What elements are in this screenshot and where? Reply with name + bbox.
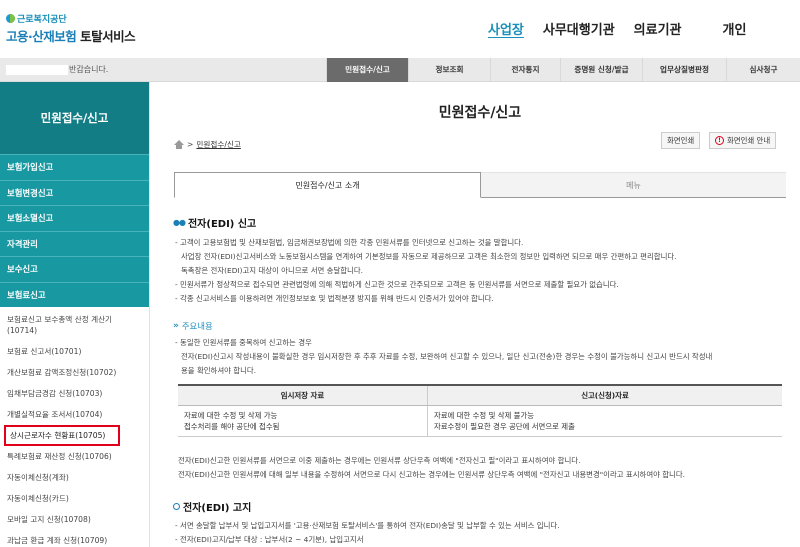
table-cell: 자료에 대한 수정 및 삭제 가능 bbox=[184, 410, 278, 420]
paragraph: - 전자(EDI)고지/납부 대상 : 납부서(2 ~ 4기분), 납입고지서 bbox=[175, 535, 364, 544]
paragraph: - 서면 송달할 납부서 및 납입고지서를 '고용·산재보험 토탈서비스'를 통… bbox=[175, 521, 560, 530]
sidebar-menu: 보험가입신고 보험변경신고 보험소멸신고 자격관리 보수신고 보험료신고 bbox=[0, 154, 149, 307]
sidebar-item-join[interactable]: 보험가입신고 bbox=[0, 154, 149, 180]
menu-bar: 반갑습니다. 민원접수/신고 정보조회 전자통지 증명원 신청/발급 업무상질병… bbox=[0, 58, 800, 82]
breadcrumb: > 민원접수/신고 bbox=[174, 139, 241, 150]
comparison-table: 임시저장 자료 신고(신청)자료 자료에 대한 수정 및 삭제 가능 접수처리를… bbox=[178, 384, 782, 437]
sidebar: 민원접수/신고 보험가입신고 보험변경신고 보험소멸신고 자격관리 보수신고 보… bbox=[0, 82, 150, 547]
logo-org: 근로복지공단 bbox=[17, 15, 67, 25]
paragraph: 사업장 전자(EDI)신고서비스와 노동보험시스템을 연계하여 기본정보를 자동… bbox=[181, 252, 677, 261]
sidebar-sub-item[interactable]: 자동이체신청(계좌) bbox=[0, 467, 149, 488]
sidebar-sub-item[interactable]: 보험료신고 보수총액 산정 계산기 (10714) bbox=[0, 309, 149, 341]
sidebar-item-qualification[interactable]: 자격관리 bbox=[0, 230, 149, 256]
top-nav-medical[interactable]: 의료기관 bbox=[634, 19, 682, 38]
notes: 전자(EDI)신고한 민원서류를 서면으로 이중 제출하는 경우에는 민원서류 … bbox=[178, 454, 782, 482]
top-nav-workplace[interactable]: 사업장 bbox=[488, 19, 524, 38]
section-edi-report: ●● 전자(EDI) 신고 - 고객이 고용보험법 및 산재보험법, 임금채권보… bbox=[173, 215, 785, 378]
tab-civil-report[interactable]: 민원접수/신고 bbox=[326, 58, 408, 82]
paragraph: - 고객이 고용보험법 및 산재보험법, 임금채권보장법에 의한 각종 민원서류… bbox=[175, 238, 524, 247]
paragraph: 독촉장은 전자(EDI)고지 대상이 아니므로 서면 송달합니다. bbox=[181, 266, 363, 275]
section-edi-notice: 전자(EDI) 고지 - 서면 송달할 납부서 및 납입고지서를 '고용·산재보… bbox=[173, 499, 785, 547]
site-header: 근로복지공단 고용·산재보험 토탈서비스 사업장 사무대행기관 의료기관 개인 bbox=[0, 0, 800, 58]
table-header: 임시저장 자료 bbox=[178, 384, 428, 406]
sidebar-sub-item[interactable]: 자동이체신청(카드) bbox=[0, 488, 149, 509]
sidebar-sub-item[interactable]: 개산보험료 감액조정신청(10702) bbox=[0, 362, 149, 383]
paragraph: 용을 확인하셔야 합니다. bbox=[181, 366, 257, 375]
top-nav: 사업장 사무대행기관 의료기관 개인 bbox=[488, 19, 765, 38]
table-cell: 접수처리를 해야 공단에 접수됨 bbox=[184, 421, 280, 431]
paragraph: - 민원서류가 정상적으로 접수되면 관련법령에 의해 적법하게 신고한 것으로… bbox=[175, 280, 619, 289]
tab-review-request[interactable]: 심사청구 bbox=[726, 58, 800, 82]
content-tab-intro[interactable]: 민원접수/신고 소개 bbox=[174, 172, 481, 198]
content-tabs: 민원접수/신고 소개 메뉴 bbox=[174, 172, 786, 198]
sidebar-sub-item[interactable]: 보험료 신고서(10701) bbox=[0, 341, 149, 362]
sidebar-sub-item-highlighted[interactable]: 상시근로자수 현황표(10705) bbox=[4, 425, 120, 446]
double-chevron-icon: » bbox=[173, 321, 179, 331]
sidebar-item-terminate[interactable]: 보험소멸신고 bbox=[0, 205, 149, 231]
site-logo[interactable]: 근로복지공단 고용·산재보험 토탈서비스 bbox=[6, 12, 136, 45]
info-icon: ! bbox=[715, 136, 724, 145]
section-heading: 전자(EDI) 고지 bbox=[183, 503, 252, 514]
sidebar-sub-item[interactable]: 개별실적요율 조서서(10704) bbox=[0, 404, 149, 425]
main-tabs: 민원접수/신고 정보조회 전자통지 증명원 신청/발급 업무상질병판정 심사청구 bbox=[326, 58, 800, 82]
comwel-logo-icon bbox=[6, 14, 15, 23]
sidebar-item-wage-report[interactable]: 보수신고 bbox=[0, 256, 149, 282]
bullet-dots-icon: ●● bbox=[173, 218, 186, 227]
table-header: 신고(신청)자료 bbox=[426, 384, 782, 406]
sidebar-title: 민원접수/신고 bbox=[0, 82, 149, 154]
page-title: 민원접수/신고 bbox=[438, 105, 522, 121]
home-icon[interactable] bbox=[174, 140, 184, 149]
breadcrumb-link[interactable]: 민원접수/신고 bbox=[196, 139, 240, 150]
table-cell: 자료수정이 필요한 경우 공단에 서면으로 제출 bbox=[433, 421, 575, 431]
paragraph: 전자(EDI)신고시 작성내용이 불확실한 경우 임시저장한 후 추후 자료를 … bbox=[181, 352, 713, 361]
sub-heading: 주요내용 bbox=[181, 321, 213, 331]
top-nav-personal[interactable]: 개인 bbox=[723, 19, 747, 38]
paragraph: - 각종 신고서비스를 이용하려면 개인정보보호 및 법적분쟁 방지를 위해 반… bbox=[175, 294, 494, 303]
sidebar-submenu: 보험료신고 보수총액 산정 계산기 (10714) 보험료 신고서(10701)… bbox=[0, 307, 149, 547]
sidebar-sub-item[interactable]: 과납금 환급 계좌 신청(10709) bbox=[0, 530, 149, 547]
note-text: 전자(EDI)신고한 민원서류에 대해 일부 내용을 수정하여 서면으로 다시 … bbox=[178, 470, 686, 479]
note-text: 전자(EDI)신고한 민원서류를 서면으로 이중 제출하는 경우에는 민원서류 … bbox=[178, 456, 581, 465]
content-tab-menu[interactable]: 메뉴 bbox=[481, 172, 786, 197]
sidebar-sub-item[interactable]: 특례보험료 재산정 신청(10706) bbox=[0, 446, 149, 467]
sidebar-sub-item[interactable]: 임채부담금경감 신청(10703) bbox=[0, 383, 149, 404]
tab-e-notice[interactable]: 전자통지 bbox=[490, 58, 560, 82]
table-row: 자료에 대한 수정 및 삭제 가능 접수처리를 해야 공단에 접수됨 자료에 대… bbox=[178, 405, 782, 437]
print-guide-button[interactable]: ! 화면인쇄 안내 bbox=[709, 132, 777, 149]
sidebar-sub-item[interactable]: 모바일 고지 신청(10708) bbox=[0, 509, 149, 530]
circle-bullet-icon bbox=[173, 503, 180, 510]
paragraph: - 동일한 민원서류를 중복하여 신고하는 경우 bbox=[175, 338, 312, 347]
logo-main-a: 고용·산재보험 bbox=[6, 29, 77, 44]
tab-disease-judgment[interactable]: 업무상질병판정 bbox=[642, 58, 726, 82]
top-nav-agency[interactable]: 사무대행기관 bbox=[543, 19, 615, 38]
table-cell: 자료에 대한 수정 및 삭제 불가능 bbox=[433, 410, 535, 420]
greeting: 반갑습니다. bbox=[6, 64, 108, 75]
sidebar-item-premium-report[interactable]: 보험료신고 bbox=[0, 281, 149, 307]
logo-main-b: 토탈서비스 bbox=[80, 29, 136, 44]
section-heading: 전자(EDI) 신고 bbox=[187, 219, 257, 230]
tab-info-inquiry[interactable]: 정보조회 bbox=[408, 58, 490, 82]
sidebar-item-change[interactable]: 보험변경신고 bbox=[0, 179, 149, 205]
tab-certificate[interactable]: 증명원 신청/발급 bbox=[560, 58, 642, 82]
masked-username bbox=[6, 64, 68, 75]
print-button[interactable]: 화면인쇄 bbox=[661, 132, 701, 149]
